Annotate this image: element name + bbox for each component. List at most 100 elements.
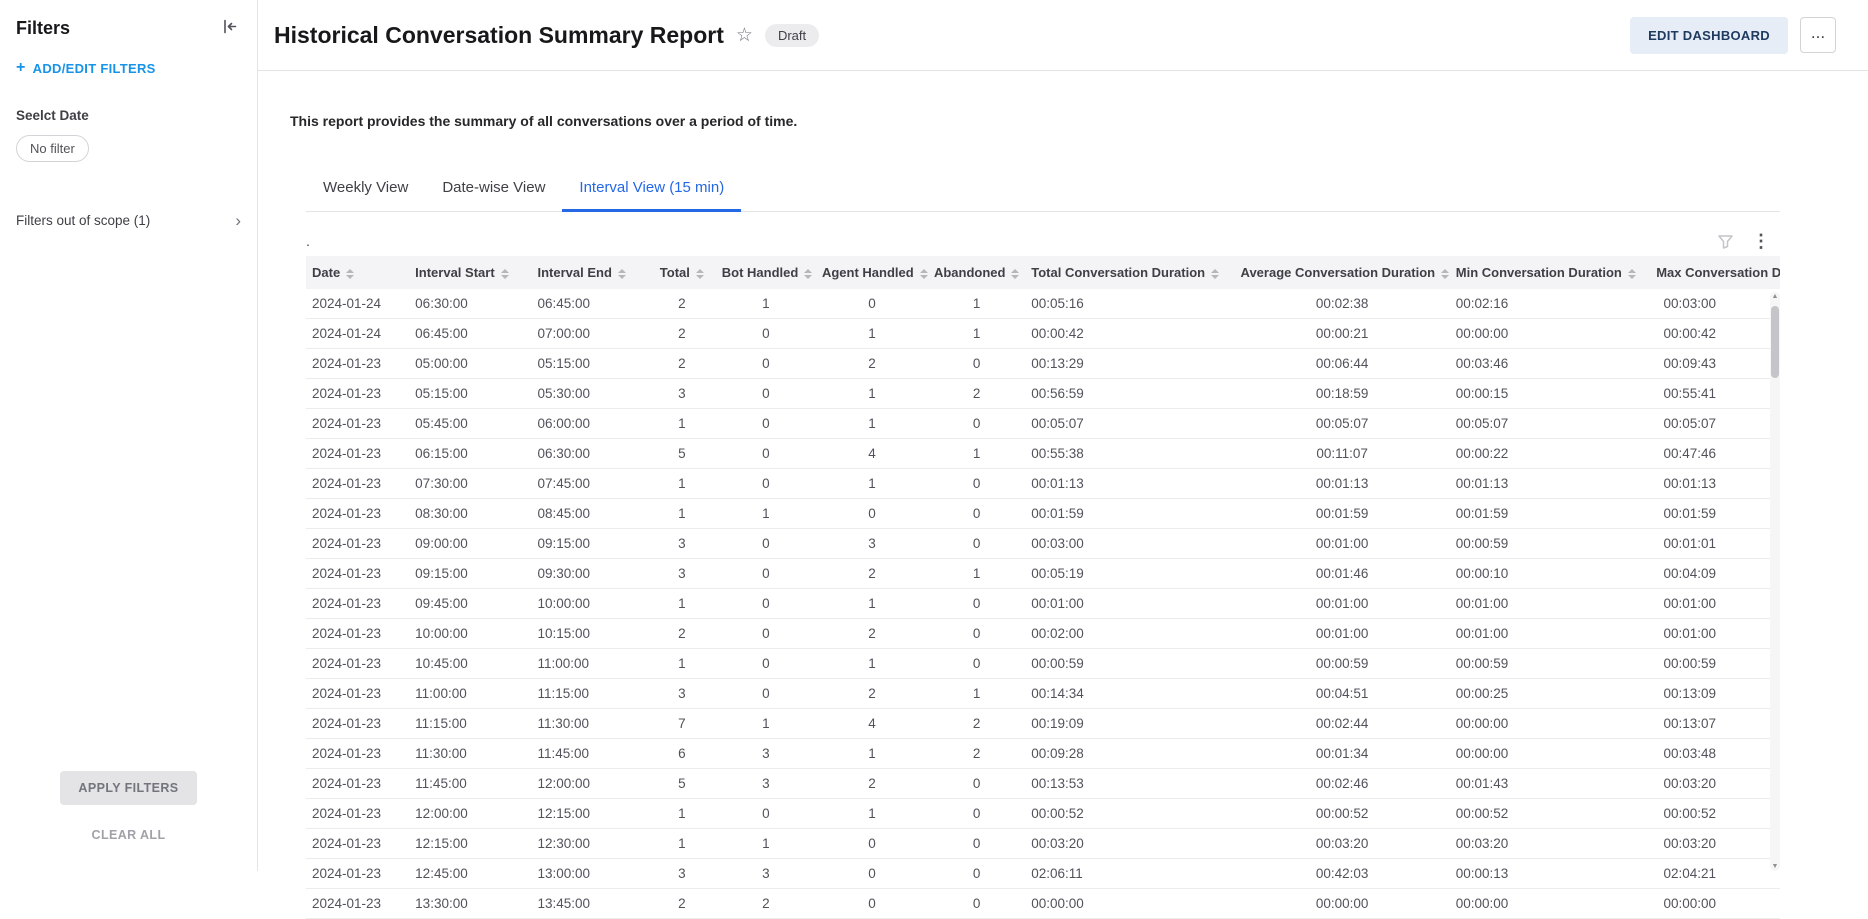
apply-filters-button[interactable]: APPLY FILTERS — [60, 771, 196, 805]
sort-icon[interactable] — [1011, 269, 1019, 279]
column-header-interval-end[interactable]: Interval End — [532, 256, 648, 289]
sort-icon[interactable] — [696, 269, 704, 279]
table-row[interactable]: 2024-01-2305:15:0005:30:00301200:56:5900… — [306, 379, 1780, 409]
table-cell: 0 — [928, 829, 1025, 859]
column-header-bot-handled[interactable]: Bot Handled — [716, 256, 816, 289]
tab-weekly-view[interactable]: Weekly View — [306, 167, 425, 211]
edit-dashboard-button[interactable]: EDIT DASHBOARD — [1630, 17, 1788, 54]
table-cell: 00:01:43 — [1450, 769, 1650, 799]
table-cell: 1 — [816, 649, 928, 679]
sort-icon[interactable] — [501, 269, 509, 279]
table-cell: 00:00:15 — [1450, 379, 1650, 409]
table-cell: 00:01:13 — [1235, 469, 1450, 499]
no-filter-chip[interactable]: No filter — [16, 135, 89, 162]
table-row[interactable]: 2024-01-2307:30:0007:45:00101000:01:1300… — [306, 469, 1780, 499]
sort-icon[interactable] — [920, 269, 928, 279]
table-cell: 1 — [716, 709, 816, 739]
table-cell: 0 — [928, 529, 1025, 559]
table-cell: 00:00:59 — [1450, 529, 1650, 559]
column-header-abandoned[interactable]: Abandoned — [928, 256, 1025, 289]
column-header-interval-start[interactable]: Interval Start — [409, 256, 531, 289]
table-row[interactable]: 2024-01-2309:45:0010:00:00101000:01:0000… — [306, 589, 1780, 619]
column-header-min-conversation-duration[interactable]: Min Conversation Duration — [1450, 256, 1650, 289]
sort-icon[interactable] — [1211, 269, 1219, 279]
table-cell: 00:01:13 — [1450, 469, 1650, 499]
table-cell: 0 — [928, 769, 1025, 799]
table-cell: 00:11:07 — [1235, 439, 1450, 469]
table-cell: 11:15:00 — [409, 709, 531, 739]
column-header-average-conversation-duration[interactable]: Average Conversation Duration — [1235, 256, 1450, 289]
table-row[interactable]: 2024-01-2406:45:0007:00:00201100:00:4200… — [306, 319, 1780, 349]
table-row[interactable]: 2024-01-2312:45:0013:00:00330002:06:1100… — [306, 859, 1780, 889]
table-cell: 00:02:44 — [1235, 709, 1450, 739]
table-row[interactable]: 2024-01-2309:00:0009:15:00303000:03:0000… — [306, 529, 1780, 559]
star-icon[interactable]: ☆ — [736, 26, 753, 45]
collapse-sidebar-icon[interactable] — [220, 16, 241, 40]
table-cell: 2024-01-23 — [306, 439, 409, 469]
column-header-max-conversation-duration[interactable]: Max Conversation Duration — [1650, 256, 1780, 289]
column-header-agent-handled[interactable]: Agent Handled — [816, 256, 928, 289]
table-row[interactable]: 2024-01-2311:45:0012:00:00532000:13:5300… — [306, 769, 1780, 799]
column-label: Agent Handled — [822, 265, 914, 280]
table-cell: 00:03:00 — [1650, 289, 1780, 319]
sort-icon[interactable] — [346, 269, 354, 279]
table-cell: 10:00:00 — [532, 589, 648, 619]
table-row[interactable]: 2024-01-2310:00:0010:15:00202000:02:0000… — [306, 619, 1780, 649]
table-cell: 2 — [648, 349, 716, 379]
table-row[interactable]: 2024-01-2311:00:0011:15:00302100:14:3400… — [306, 679, 1780, 709]
sort-icon[interactable] — [1441, 269, 1449, 279]
table-cell: 05:30:00 — [532, 379, 648, 409]
table-cell: 06:45:00 — [532, 289, 648, 319]
table-row[interactable]: 2024-01-2310:45:0011:00:00101000:00:5900… — [306, 649, 1780, 679]
table-cell: 3 — [648, 679, 716, 709]
table-cell: 2 — [648, 889, 716, 919]
table-row[interactable]: 2024-01-2312:15:0012:30:00110000:03:2000… — [306, 829, 1780, 859]
more-options-button[interactable]: ... — [1800, 17, 1836, 53]
sort-icon[interactable] — [1628, 269, 1636, 279]
table-row[interactable]: 2024-01-2311:30:0011:45:00631200:09:2800… — [306, 739, 1780, 769]
table-cell: 07:30:00 — [409, 469, 531, 499]
table-cell: 2 — [928, 709, 1025, 739]
table-cell: 2024-01-23 — [306, 889, 409, 919]
plus-icon: + — [16, 60, 26, 76]
table-cell: 2 — [816, 679, 928, 709]
table-cell: 00:00:21 — [1235, 319, 1450, 349]
table-cell: 00:05:07 — [1650, 409, 1780, 439]
sort-icon[interactable] — [804, 269, 812, 279]
tab-date-wise-view[interactable]: Date-wise View — [425, 167, 562, 211]
column-header-total-conversation-duration[interactable]: Total Conversation Duration — [1025, 256, 1234, 289]
scroll-up-icon[interactable]: ▲ — [1770, 293, 1780, 300]
table-cell: 1 — [816, 379, 928, 409]
table-cell: 1 — [648, 799, 716, 829]
table-cell: 4 — [816, 709, 928, 739]
kebab-menu-icon[interactable]: ⋮ — [1752, 232, 1770, 250]
table-row[interactable]: 2024-01-2306:15:0006:30:00504100:55:3800… — [306, 439, 1780, 469]
table-row[interactable]: 2024-01-2309:15:0009:30:00302100:05:1900… — [306, 559, 1780, 589]
table-cell: 1 — [648, 409, 716, 439]
table-row[interactable]: 2024-01-2305:45:0006:00:00101000:05:0700… — [306, 409, 1780, 439]
table-row[interactable]: 2024-01-2308:30:0008:45:00110000:01:5900… — [306, 499, 1780, 529]
clear-all-button[interactable]: CLEAR ALL — [86, 827, 172, 843]
table-row[interactable]: 2024-01-2313:30:0013:45:00220000:00:0000… — [306, 889, 1780, 919]
table-row[interactable]: 2024-01-2311:15:0011:30:00714200:19:0900… — [306, 709, 1780, 739]
scroll-down-icon[interactable]: ▼ — [1770, 863, 1780, 870]
table-cell: 00:01:00 — [1235, 619, 1450, 649]
scrollbar-thumb[interactable] — [1771, 306, 1779, 378]
table-caption: . — [306, 233, 310, 249]
column-header-total[interactable]: Total — [648, 256, 716, 289]
sort-icon[interactable] — [618, 269, 626, 279]
add-edit-filters-button[interactable]: + ADD/EDIT FILTERS — [16, 60, 241, 76]
table-cell: 00:00:52 — [1235, 799, 1450, 829]
table-cell: 07:00:00 — [532, 319, 648, 349]
table-scrollbar[interactable]: ▲ ▼ — [1770, 292, 1780, 871]
select-date-label: Seelct Date — [16, 108, 241, 123]
table-row[interactable]: 2024-01-2312:00:0012:15:00101000:00:5200… — [306, 799, 1780, 829]
column-header-date[interactable]: Date — [306, 256, 409, 289]
table-cell: 0 — [928, 619, 1025, 649]
table-row[interactable]: 2024-01-2305:00:0005:15:00202000:13:2900… — [306, 349, 1780, 379]
table-cell: 11:30:00 — [409, 739, 531, 769]
tab-interval-view-15-min[interactable]: Interval View (15 min) — [562, 167, 741, 211]
table-row[interactable]: 2024-01-2406:30:0006:45:00210100:05:1600… — [306, 289, 1780, 319]
filters-out-of-scope-row[interactable]: Filters out of scope (1) › — [16, 212, 241, 229]
filter-icon[interactable] — [1717, 233, 1734, 250]
